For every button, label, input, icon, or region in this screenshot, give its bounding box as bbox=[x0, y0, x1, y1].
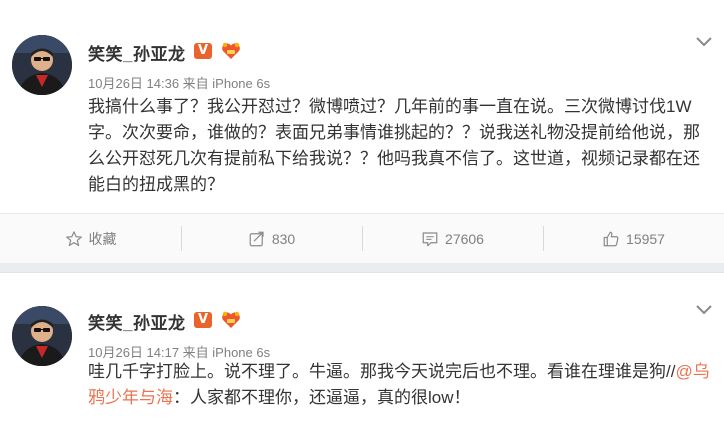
avatar[interactable] bbox=[12, 35, 72, 95]
repost-icon bbox=[249, 231, 264, 246]
like-button[interactable]: 15957 bbox=[543, 214, 724, 263]
post-content: 我搞什么事了？我公开怼过？微博喷过？几年前的事一直在说。三次微博讨伐1W字。次次… bbox=[88, 97, 700, 194]
favorite-label: 收藏 bbox=[88, 230, 117, 247]
comment-button[interactable]: 27606 bbox=[362, 214, 543, 263]
comment-icon bbox=[422, 231, 438, 246]
post-content: 哇几千字打脸上。说不理了。牛逼。那我今天说完后也不理。看谁在理谁是狗//@乌鸦少… bbox=[88, 359, 712, 411]
post-text-before: 哇几千字打脸上。说不理了。牛逼。那我今天说完后也不理。看谁在理谁是狗// bbox=[88, 362, 676, 381]
star-icon bbox=[65, 230, 82, 246]
username[interactable]: 笑笑_孙亚龙 bbox=[88, 309, 185, 334]
like-count: 15957 bbox=[626, 230, 665, 247]
chevron-down-icon[interactable] bbox=[696, 37, 712, 47]
avatar[interactable] bbox=[12, 306, 72, 366]
post-meta: 10月26日 14:36 来自 iPhone 6s bbox=[88, 76, 271, 91]
repost-button[interactable]: 830 bbox=[181, 214, 362, 263]
weibo-post: 笑笑_孙亚龙 V 10月26日 14:36 来自 iPhone 6s 我搞什么事… bbox=[0, 0, 724, 263]
username[interactable]: 笑笑_孙亚龙 bbox=[88, 40, 185, 65]
repost-count: 830 bbox=[271, 230, 296, 247]
favorite-button[interactable]: 收藏 bbox=[0, 214, 181, 263]
chevron-down-icon[interactable] bbox=[696, 305, 712, 315]
verified-badge-icon[interactable]: V bbox=[194, 43, 212, 59]
fan-heart-icon[interactable] bbox=[220, 41, 242, 61]
thumbs-up-icon bbox=[603, 231, 619, 246]
verified-badge-icon[interactable]: V bbox=[194, 312, 212, 328]
weibo-feed: 笑笑_孙亚龙 V 10月26日 14:36 来自 iPhone 6s 我搞什么事… bbox=[0, 0, 724, 428]
post-text-after: ：人家都不理你，还逼逼，真的很low！ bbox=[173, 388, 471, 407]
comment-count: 27606 bbox=[445, 230, 484, 247]
fan-heart-icon[interactable] bbox=[220, 310, 242, 330]
action-bar: 收藏 830 27606 15957 bbox=[0, 213, 724, 263]
